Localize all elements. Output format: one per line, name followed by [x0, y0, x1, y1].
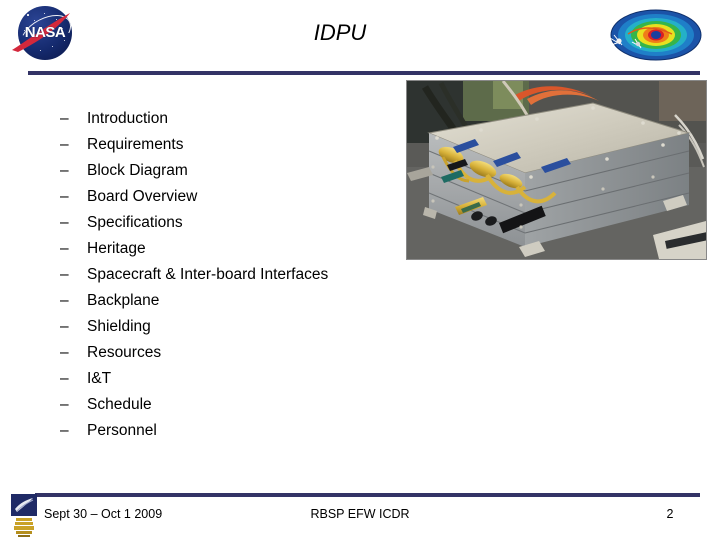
list-item-label: Personnel: [87, 422, 157, 439]
bullet-dash: –: [60, 110, 69, 127]
bullet-dash: –: [60, 162, 69, 179]
list-item-label: Block Diagram: [87, 162, 188, 179]
list-item-label: Shielding: [87, 318, 151, 335]
header-divider: [28, 71, 700, 75]
list-item: – Specifications: [60, 210, 420, 236]
list-item-label: Board Overview: [87, 188, 198, 205]
list-item-label: Resources: [87, 344, 162, 361]
idpu-hardware-photo: [406, 80, 707, 260]
list-item: – Personnel: [60, 418, 420, 444]
list-item-label: Heritage: [87, 240, 146, 257]
footer-divider: [35, 493, 700, 497]
bullet-dash: –: [60, 370, 69, 387]
bullet-dash: –: [60, 240, 69, 257]
bullet-dash: –: [60, 318, 69, 335]
bullet-dash: –: [60, 422, 69, 439]
list-item: – Introduction: [60, 106, 420, 132]
rbsp-radiation-belt-icon: [607, 9, 702, 61]
bullet-dash: –: [60, 136, 69, 153]
slide-canvas: NASA IDPU – Introduction – Requirements: [0, 0, 720, 540]
bullet-dash: –: [60, 266, 69, 283]
footer-page-number: 2: [666, 507, 674, 521]
list-item-label: I&T: [87, 370, 112, 387]
bullet-dash: –: [60, 292, 69, 309]
bullet-dash: –: [60, 344, 69, 361]
outline-list: – Introduction – Requirements – Block Di…: [60, 106, 420, 444]
list-item: – Heritage: [60, 236, 420, 262]
list-item-label: Backplane: [87, 292, 160, 309]
list-item-label: Schedule: [87, 396, 152, 413]
list-item-label: Spacecraft & Inter-board Interfaces: [87, 266, 329, 283]
bullet-dash: –: [60, 188, 69, 205]
bullet-dash: –: [60, 214, 69, 231]
list-item-label: Specifications: [87, 214, 183, 231]
list-item: – I&T: [60, 366, 420, 392]
list-item: – Board Overview: [60, 184, 420, 210]
list-item-label: Requirements: [87, 136, 184, 153]
bullet-dash: –: [60, 396, 69, 413]
list-item: – Backplane: [60, 288, 420, 314]
footer-event-title: RBSP EFW ICDR: [310, 507, 410, 521]
list-item-label: Introduction: [87, 110, 168, 127]
list-item: – Resources: [60, 340, 420, 366]
slide-title: IDPU: [313, 20, 367, 45]
list-item: – Shielding: [60, 314, 420, 340]
list-item: – Spacecraft & Inter-board Interfaces: [60, 262, 420, 288]
list-item: – Block Diagram: [60, 158, 420, 184]
list-item: – Schedule: [60, 392, 420, 418]
list-item: – Requirements: [60, 132, 420, 158]
